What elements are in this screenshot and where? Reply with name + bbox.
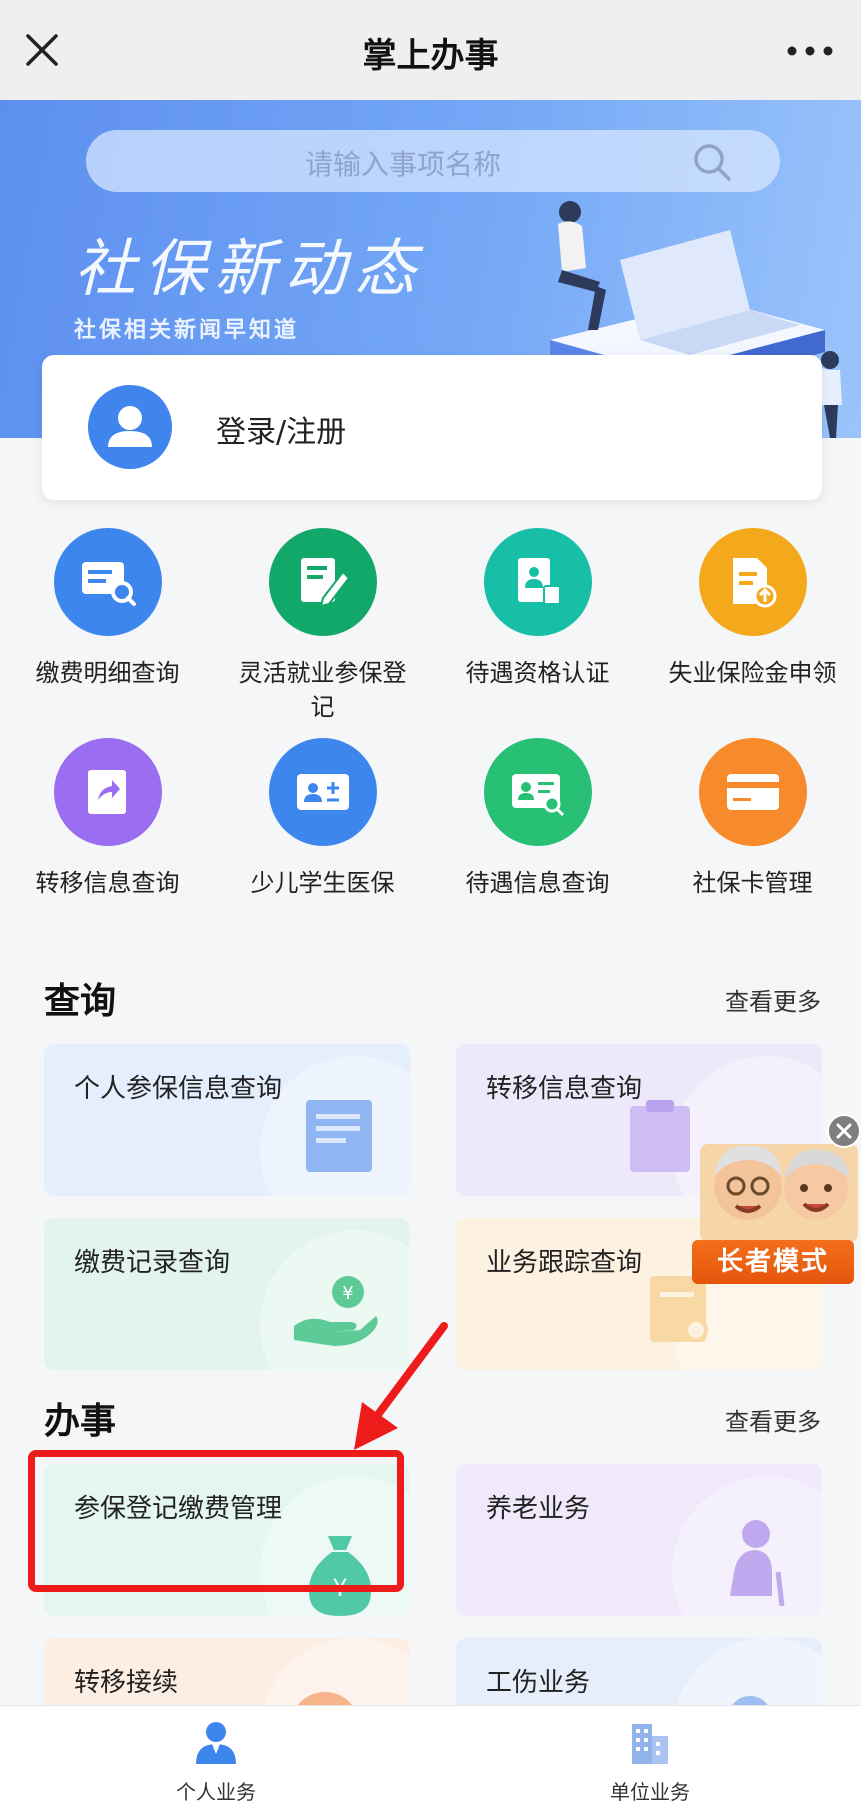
nav-label: 个人业务	[176, 1780, 256, 1804]
quick-item-label: 社保卡管理	[692, 869, 813, 897]
payment-detail-icon	[53, 528, 162, 636]
card-label: 转移信息查询	[486, 1074, 643, 1104]
banner-subtitle: 社保相关新闻早知道	[74, 318, 300, 343]
quick-item-transfer[interactable]: 转移信息查询	[0, 738, 215, 900]
card-label: 养老业务	[486, 1494, 591, 1524]
quick-item-label: 缴费明细查询	[35, 659, 180, 687]
red-arrow-annotation	[354, 1322, 448, 1450]
nav-label: 单位业务	[610, 1780, 690, 1804]
transfer-icon	[53, 738, 162, 846]
clipboard-icon	[630, 1100, 690, 1172]
document-icon	[306, 1100, 372, 1172]
banner-title: 社保新动态	[74, 232, 425, 305]
quick-item-label: 少儿学生医保	[250, 869, 395, 897]
quick-item-qualification[interactable]: 待遇资格认证	[430, 528, 645, 690]
affairs-more-link[interactable]: 查看更多	[725, 1402, 821, 1437]
card-label: 业务跟踪查询	[486, 1248, 643, 1278]
quick-item-card[interactable]: 社保卡管理	[645, 738, 860, 900]
card-label: 工伤业务	[486, 1668, 591, 1698]
quick-item-label: 灵活就业参保登记	[238, 659, 407, 721]
quick-item-label: 待遇资格认证	[465, 659, 610, 687]
user-icon	[108, 406, 152, 447]
quick-item-unemployment[interactable]: 失业保险金申领	[645, 528, 860, 690]
avatar	[88, 385, 172, 469]
page-title: 掌上办事	[362, 36, 499, 76]
svg-text:¥: ¥	[342, 1283, 353, 1304]
title-bar: 掌上办事	[0, 0, 861, 100]
person-business-icon	[196, 1722, 236, 1764]
benefit-info-icon	[483, 738, 592, 846]
elder-mode-float[interactable]: 长者模式	[692, 1110, 861, 1285]
elderly-person-icon	[730, 1520, 785, 1606]
card-icon	[698, 738, 807, 846]
elderly-couple-icon	[700, 1144, 858, 1242]
login-card[interactable]: 登录/注册	[42, 355, 822, 500]
quick-item-label: 待遇信息查询	[465, 869, 610, 897]
company-business-icon	[632, 1724, 668, 1764]
card-label: 个人参保信息查询	[74, 1074, 283, 1104]
quick-item-student-medical[interactable]: 少儿学生医保	[215, 738, 430, 900]
flexible-register-icon	[268, 528, 377, 636]
quick-item-payment-detail[interactable]: 缴费明细查询	[0, 528, 215, 690]
close-elder-mode-button[interactable]	[827, 1114, 861, 1148]
close-icon	[836, 1123, 852, 1139]
login-register-link[interactable]: 登录/注册	[216, 407, 346, 451]
search-placeholder: 请输入事项名称	[304, 148, 501, 181]
affairs-section-title: 办事	[44, 1401, 117, 1442]
student-medical-icon	[268, 738, 377, 846]
quick-item-label: 失业保险金申领	[668, 659, 837, 687]
search-icon[interactable]	[692, 142, 732, 182]
search-bar[interactable]: 请输入事项名称	[86, 130, 780, 192]
query-more-link[interactable]: 查看更多	[725, 982, 821, 1017]
nav-personal-business[interactable]: 个人业务	[116, 1720, 316, 1805]
quick-item-benefit-info[interactable]: 待遇信息查询	[430, 738, 645, 900]
card-label: 转移接续	[74, 1668, 179, 1698]
bottom-navigation: 个人业务 单位业务	[0, 1705, 861, 1805]
card-label: 缴费记录查询	[74, 1248, 231, 1278]
elder-mode-label: 长者模式	[692, 1240, 854, 1284]
nav-company-business[interactable]: 单位业务	[550, 1720, 750, 1805]
query-section-title: 查询	[44, 981, 117, 1022]
card-pension-business[interactable]: 养老业务	[456, 1464, 822, 1616]
card-personal-insurance-query[interactable]: 个人参保信息查询	[44, 1044, 410, 1196]
quick-item-label: 转移信息查询	[35, 869, 180, 897]
more-options-icon[interactable]	[785, 36, 835, 66]
red-highlight-box	[28, 1450, 404, 1592]
quick-item-flexible-register[interactable]: 灵活就业参保登记	[215, 528, 430, 724]
qualification-icon	[483, 528, 592, 636]
unemployment-icon	[698, 528, 807, 636]
